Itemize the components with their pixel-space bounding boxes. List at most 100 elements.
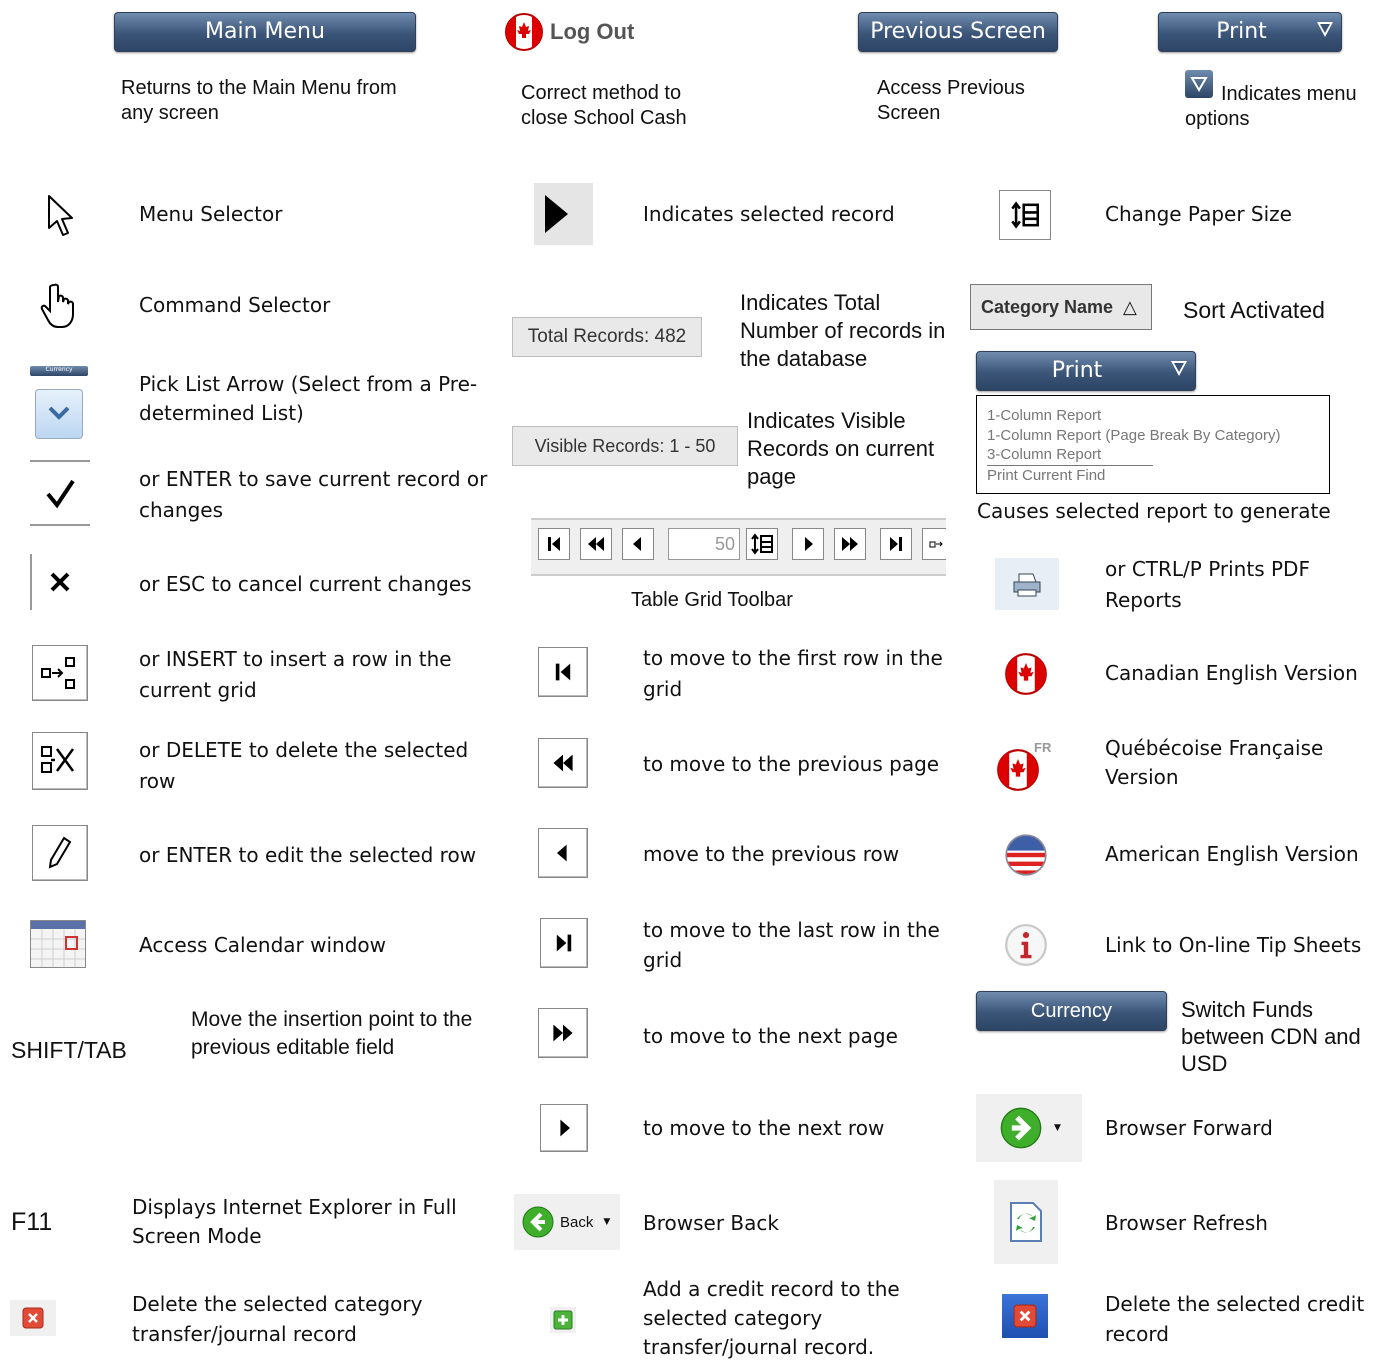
log-out-button[interactable]: Log Out [504,12,634,52]
sort-column-header[interactable]: Category Name △ [970,284,1152,330]
log-out-label: Log Out [550,19,635,44]
calendar-text: Access Calendar window [139,933,386,957]
next-row-icon [805,537,813,551]
fr-badge: FR [1034,740,1052,755]
dropdown-arrow-icon: ▼ [603,1217,611,1227]
shift-tab-text: Move the insertion point to the previous… [191,1008,473,1059]
x-cancel-icon [50,572,70,592]
previous-row-text: move to the previous row [643,842,900,866]
print-option[interactable]: 1-Column Report [987,406,1329,426]
print-pdf-text: or CTRL/P Prints PDF Reports [1105,557,1310,612]
next-row-button[interactable] [792,528,824,560]
first-row-button[interactable] [538,528,570,560]
browser-back-button[interactable]: Back ▼ [514,1194,620,1250]
last-row-button-large[interactable] [540,918,588,968]
calendar-button[interactable] [30,920,86,968]
browser-forward-button[interactable]: ▼ [976,1094,1082,1162]
edit-row-button[interactable] [32,825,88,881]
main-menu-button[interactable]: Main Menu [114,12,416,52]
pick-list-arrow-icon[interactable] [35,389,83,439]
add-credit-button[interactable] [550,1307,576,1333]
next-page-button[interactable] [834,528,866,560]
shift-tab-key: SHIFT/TAB [11,1037,127,1063]
first-row-text: to move to the first row in the grid [643,646,943,701]
print-label: Print [1216,19,1267,44]
french-version-button[interactable]: FR [996,740,1058,791]
visible-records-text: Indicates Visible Records on current pag… [747,408,935,489]
print-button[interactable]: Print [1158,12,1342,52]
canadian-english-text: Canadian English Version [1105,661,1358,685]
menu-selector-text: Menu Selector [139,202,283,226]
cancel-text: or ESC to cancel current changes [139,572,472,596]
calendar-icon [31,921,85,967]
add-credit-text: Add a credit record to the selected cate… [643,1277,900,1359]
previous-page-button-large[interactable] [538,738,588,788]
previous-screen-caption: Access Previous Screen [877,77,1025,124]
previous-row-button[interactable] [622,528,654,560]
paper-size-icon [1011,201,1039,229]
insert-row-icon [929,541,943,548]
delete-credit-text: Delete the selected credit record [1105,1292,1365,1346]
save-button[interactable] [30,460,90,526]
paper-size-button[interactable] [746,528,778,560]
browser-forward-text: Browser Forward [1105,1116,1273,1140]
browser-refresh-button[interactable] [994,1180,1058,1264]
print-option[interactable]: 3-Column Report [987,445,1153,466]
next-page-text: to move to the next page [643,1024,898,1048]
american-english-text: American English Version [1105,842,1359,866]
paper-size-button-large[interactable] [999,190,1051,240]
info-icon[interactable] [1004,923,1048,967]
canada-flag-icon[interactable] [1004,652,1048,696]
last-row-icon [890,537,902,551]
print-options-menu: 1-Column Report 1-Column Report (Page Br… [976,395,1330,494]
total-records-text: Indicates Total Number of records in the… [740,290,946,371]
previous-page-button[interactable] [580,528,612,560]
next-page-button-large[interactable] [538,1008,588,1058]
hand-cursor-icon [40,283,74,328]
dropdown-arrow-icon [1317,22,1333,37]
currency-mini-label: Currency [45,366,73,373]
green-plus-icon [553,1310,573,1330]
last-row-icon [556,934,572,952]
print-pdf-button[interactable] [995,558,1059,610]
refresh-icon [1010,1202,1042,1242]
previous-page-text: to move to the previous page [643,752,940,776]
us-flag-icon[interactable] [1004,833,1048,877]
checkmark-icon [46,479,75,509]
main-menu-label: Main Menu [205,19,325,44]
print-dropdown-label: Print [1051,358,1103,383]
insert-row-button[interactable] [32,645,88,701]
table-grid-toolbar: 50 [531,518,946,576]
save-text: or ENTER to save current record or chang… [139,467,488,522]
next-row-text: to move to the next row [643,1116,885,1140]
insert-row-button[interactable] [922,528,946,560]
delete-row-button[interactable] [32,732,88,790]
print-dropdown-button[interactable]: Print [976,351,1196,391]
print-option[interactable]: 1-Column Report (Page Break By Category) [987,426,1329,446]
currency-mini-button: Currency [30,366,88,376]
insert-row-icon [41,657,75,689]
toolbar-caption: Table Grid Toolbar [631,589,793,611]
delete-category-button[interactable] [10,1300,56,1336]
last-row-button[interactable] [880,528,912,560]
back-arrow-icon [522,1206,554,1238]
edit-text: or ENTER to edit the selected row [139,843,477,867]
forward-arrow-icon [1000,1107,1042,1149]
pick-list-text: Pick List Arrow (Select from a Pre-deter… [139,372,478,425]
previous-row-button-large[interactable] [538,828,588,878]
first-row-button-large[interactable] [538,647,588,697]
cancel-button[interactable] [30,554,90,610]
currency-button[interactable]: Currency [976,991,1167,1031]
next-row-button-large[interactable] [540,1104,588,1152]
sort-column-label: Category Name [981,296,1114,317]
previous-row-icon [557,844,567,862]
command-selector-text: Command Selector [139,293,331,317]
previous-screen-button[interactable]: Previous Screen [858,12,1058,52]
dropdown-arrow-icon: ▼ [1054,1123,1061,1133]
browser-refresh-text: Browser Refresh [1105,1211,1268,1235]
delete-credit-button[interactable] [1002,1294,1048,1338]
page-number-input[interactable]: 50 [668,528,740,560]
print-option[interactable]: Print Current Find [987,466,1329,486]
currency-text: Switch Funds between CDN and USD [1181,997,1361,1076]
delete-row-icon [41,746,75,773]
